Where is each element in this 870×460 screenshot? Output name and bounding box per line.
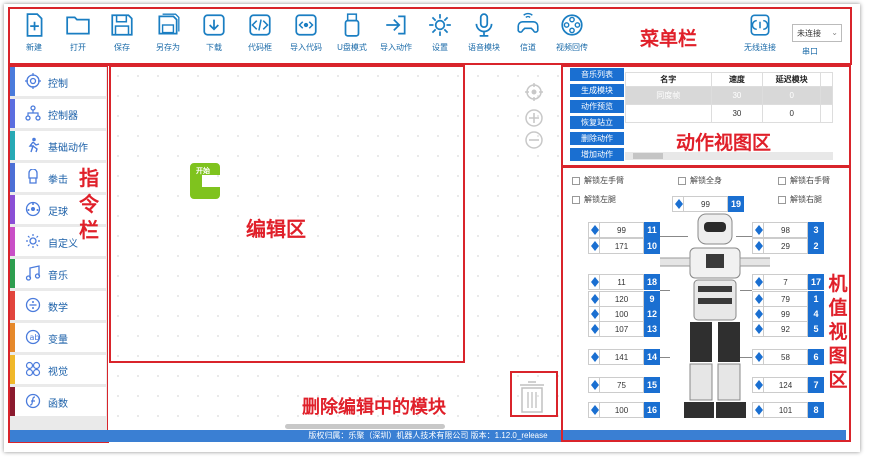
zoom-out-icon[interactable] bbox=[524, 130, 544, 150]
annotation-char: 区 bbox=[828, 369, 848, 391]
annotation-char: 栏 bbox=[79, 218, 99, 242]
editor-horizontal-scrollbar[interactable] bbox=[285, 424, 445, 429]
annotation-char: 值 bbox=[828, 297, 848, 319]
annotation-delete: 删除编辑中的模块 bbox=[302, 397, 446, 418]
annotation-box-servo bbox=[561, 166, 851, 442]
annotation-char: 指 bbox=[79, 166, 99, 190]
annotation-action-view: 动作视图区 bbox=[676, 132, 772, 154]
annotation-box-trash bbox=[510, 371, 558, 417]
zoom-controls bbox=[524, 82, 544, 152]
annotation-servo: 机 值 视 图 区 bbox=[826, 272, 850, 392]
annotation-char: 图 bbox=[828, 345, 848, 367]
recenter-icon[interactable] bbox=[524, 82, 544, 102]
annotation-editor: 编辑区 bbox=[246, 217, 306, 241]
annotation-instruction: 指 令 栏 bbox=[78, 165, 100, 243]
annotation-box-instruction bbox=[8, 65, 109, 443]
annotation-char: 视 bbox=[828, 321, 848, 343]
zoom-in-icon[interactable] bbox=[524, 108, 544, 128]
annotation-char: 令 bbox=[79, 192, 99, 216]
annotation-char: 机 bbox=[828, 273, 848, 295]
annotation-box-menu bbox=[8, 7, 852, 65]
